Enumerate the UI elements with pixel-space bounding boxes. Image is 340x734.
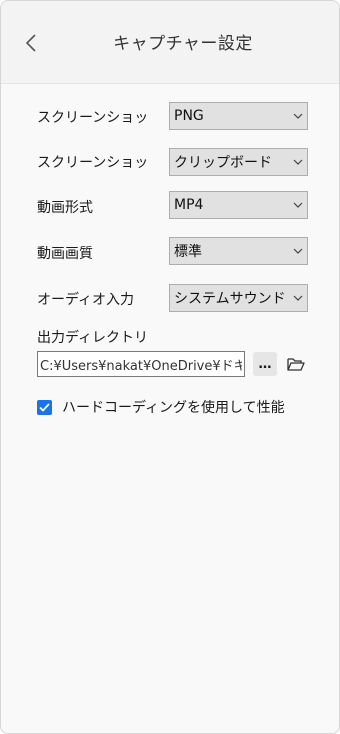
folder-open-icon xyxy=(287,357,305,371)
screenshot-format-label: スクリーンショッ xyxy=(37,110,149,126)
open-folder-button[interactable] xyxy=(284,352,308,376)
header: キャプチャー設定 xyxy=(1,1,339,84)
back-button[interactable] xyxy=(17,29,45,57)
screenshot-destination-select[interactable]: クリップボード xyxy=(169,148,308,176)
chevron-down-icon xyxy=(289,102,307,130)
chevron-left-icon xyxy=(25,34,36,52)
hardware-encoding-checkbox[interactable] xyxy=(37,399,52,415)
hardware-encoding-row: ハードコーディングを使用して性能 xyxy=(37,397,285,417)
audio-input-label: オーディオ入力 xyxy=(37,292,135,308)
select-value: PNG xyxy=(174,108,204,124)
select-value: 標準 xyxy=(174,244,202,260)
select-value: クリップボード xyxy=(174,155,272,171)
select-value: システムサウンド xyxy=(174,291,286,307)
output-directory-input[interactable] xyxy=(37,351,245,377)
capture-settings-panel: キャプチャー設定 スクリーンショッ PNG スクリーンショッ クリップボード 動… xyxy=(0,0,340,734)
chevron-down-icon xyxy=(289,237,307,265)
screenshot-format-select[interactable]: PNG xyxy=(169,102,308,130)
video-format-label: 動画形式 xyxy=(37,200,93,216)
output-directory-label: 出力ディレクトリ xyxy=(37,330,149,346)
video-format-select[interactable]: MP4 xyxy=(169,191,308,219)
audio-input-select[interactable]: システムサウンド xyxy=(169,284,308,312)
hardware-encoding-label: ハードコーディングを使用して性能 xyxy=(62,400,285,416)
video-quality-select[interactable]: 標準 xyxy=(169,237,308,265)
chevron-down-icon xyxy=(289,284,307,312)
video-quality-label: 動画画質 xyxy=(37,246,93,262)
chevron-down-icon xyxy=(289,191,307,219)
chevron-down-icon xyxy=(289,148,307,176)
select-value: MP4 xyxy=(174,197,204,213)
screenshot-destination-label: スクリーンショッ xyxy=(37,155,149,171)
browse-button[interactable]: … xyxy=(253,352,277,376)
checkmark-icon xyxy=(39,402,50,412)
page-title: キャプチャー設定 xyxy=(113,34,253,54)
